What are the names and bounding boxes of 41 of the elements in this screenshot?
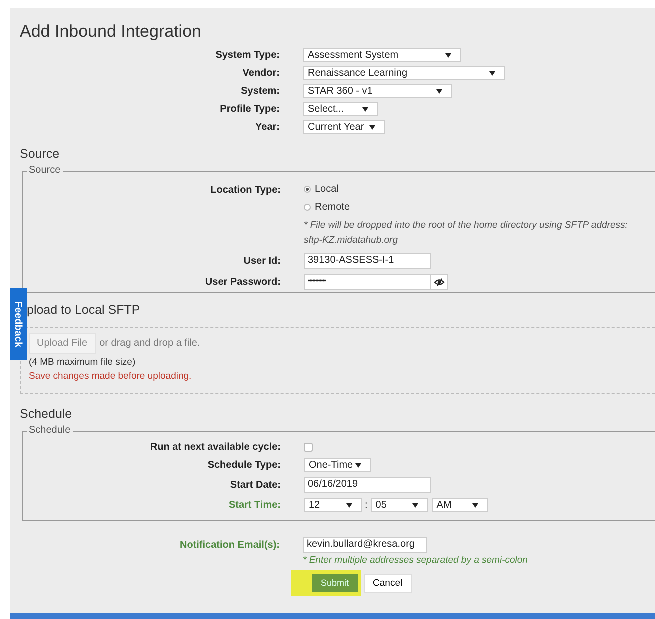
fieldset-legend: Schedule xyxy=(27,425,73,436)
field-label: Notification Email(s): xyxy=(180,540,280,551)
field-label: Schedule Type: xyxy=(208,460,281,470)
ampm-dropdown[interactable]: AM xyxy=(432,498,488,512)
field-label: System Type: xyxy=(216,50,280,60)
field-label: Profile Type: xyxy=(220,104,280,114)
hour-dropdown[interactable]: 12 xyxy=(304,498,362,512)
field-label: User Id: xyxy=(244,256,281,266)
field-label: System: xyxy=(241,86,280,96)
field-label: Location Type: xyxy=(210,185,281,196)
field-label: Start Time: xyxy=(228,500,281,510)
hint-text: * File will be dropped into the root of the home directory using SFTP address: sftp-KZ.midatahub.org xyxy=(304,219,629,248)
dropdown[interactable]: Select... xyxy=(303,102,378,116)
section-heading: pload to Local SFTP xyxy=(27,303,142,317)
field-label: Vendor: xyxy=(242,68,280,78)
field-label: Year: xyxy=(256,122,280,132)
dropdown[interactable]: One-Time xyxy=(304,458,371,472)
dropdown[interactable]: Renaissance Learning xyxy=(303,66,505,80)
section-heading: Source xyxy=(20,147,61,161)
dropdown[interactable]: STAR 360 - v1 xyxy=(303,84,452,98)
drop-hint: or drag and drop a file. xyxy=(100,338,200,349)
minute-dropdown[interactable]: 05 xyxy=(370,498,428,512)
input-field[interactable]: 39130-ASSESS-I-1 xyxy=(304,253,431,269)
radio-option[interactable]: Remote xyxy=(304,202,655,213)
field-label: Start Date: xyxy=(230,480,281,490)
email-field[interactable]: kevin.bullard@kresa.org xyxy=(303,537,427,553)
dropdown[interactable]: Current Year xyxy=(303,120,385,134)
warning-text: Save changes made before uploading. xyxy=(29,371,193,382)
time-separator: : xyxy=(365,500,368,510)
page-title: Add Inbound Integration xyxy=(20,22,202,42)
cancel-button[interactable]: Cancel xyxy=(364,574,412,592)
section-heading: Schedule xyxy=(20,407,74,421)
field-label: User Password: xyxy=(205,276,281,288)
feedback-tab[interactable]: Feedback xyxy=(10,288,27,360)
date-field[interactable]: 06/16/2019 xyxy=(304,477,431,493)
field-label: Run at next available cycle: xyxy=(150,442,281,453)
fieldset-legend: Source xyxy=(27,165,63,176)
hint-text: * Enter multiple addresses separated by a semi-colon xyxy=(303,555,529,566)
dropdown[interactable]: Assessment System xyxy=(303,48,461,62)
radio-option[interactable]: Local xyxy=(304,184,655,195)
size-note: (4 MB maximum file size) xyxy=(29,357,137,368)
